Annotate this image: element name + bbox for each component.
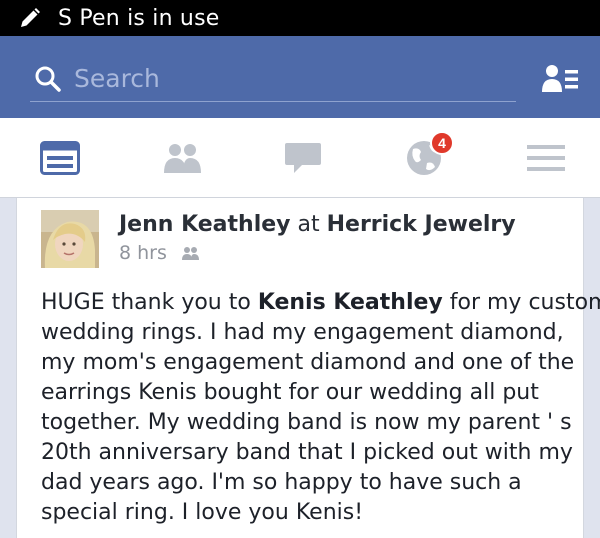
post-line: special ring. I love you Kenis! [41, 500, 364, 525]
post-line: my mom's engagement diamond and one of t… [41, 350, 575, 375]
post-time[interactable]: 8 hrs [119, 242, 167, 264]
tagged-person[interactable]: Kenis Keathley [258, 290, 443, 315]
news-feed-icon [40, 141, 80, 175]
profile-photo [41, 210, 99, 268]
post-body: HUGE thank you to Kenis Keathley for my … [41, 288, 600, 528]
messages-icon [285, 143, 321, 173]
tab-friends[interactable] [142, 118, 222, 198]
status-bar: S Pen is in use [0, 0, 600, 36]
post-line: HUGE thank you to Kenis Keathley for my … [41, 290, 600, 315]
post-meta: 8 hrs [119, 242, 199, 264]
tab-menu[interactable] [506, 118, 586, 198]
search-placeholder[interactable]: Search [74, 64, 160, 93]
app-header: Search [0, 36, 600, 118]
post-line: wedding rings. I had my engagement diamo… [41, 320, 564, 345]
post-line: earrings Kenis bought for our wedding al… [41, 380, 539, 405]
audience-friends-icon [181, 247, 199, 260]
post-card: Jenn Keathley at Herrick Jewelry 8 hrs H… [16, 198, 600, 538]
search-bar[interactable]: Search [30, 56, 516, 102]
tab-notifications[interactable]: 4 [384, 118, 464, 198]
search-icon [35, 66, 61, 92]
tab-bar: 4 [0, 118, 600, 198]
post-line: 20th anniversary band that I picked out … [41, 440, 573, 465]
status-text: S Pen is in use [58, 5, 220, 31]
tab-messages[interactable] [263, 118, 343, 198]
friends-icon [164, 144, 201, 173]
place-name[interactable]: Herrick Jewelry [327, 212, 516, 237]
menu-icon [527, 145, 565, 171]
tab-news-feed[interactable] [20, 118, 100, 198]
post-header: Jenn Keathley at Herrick Jewelry [119, 212, 516, 237]
friend-requests-icon[interactable] [540, 62, 580, 96]
author-name[interactable]: Jenn Keathley [119, 212, 291, 237]
post-line: together. My wedding band is now my pare… [41, 410, 572, 435]
at-word: at [297, 212, 320, 237]
avatar[interactable] [41, 210, 99, 268]
pen-icon [21, 8, 40, 27]
post-line: dad years ago. I'm so happy to have such… [41, 470, 522, 495]
notification-badge: 4 [430, 131, 454, 155]
